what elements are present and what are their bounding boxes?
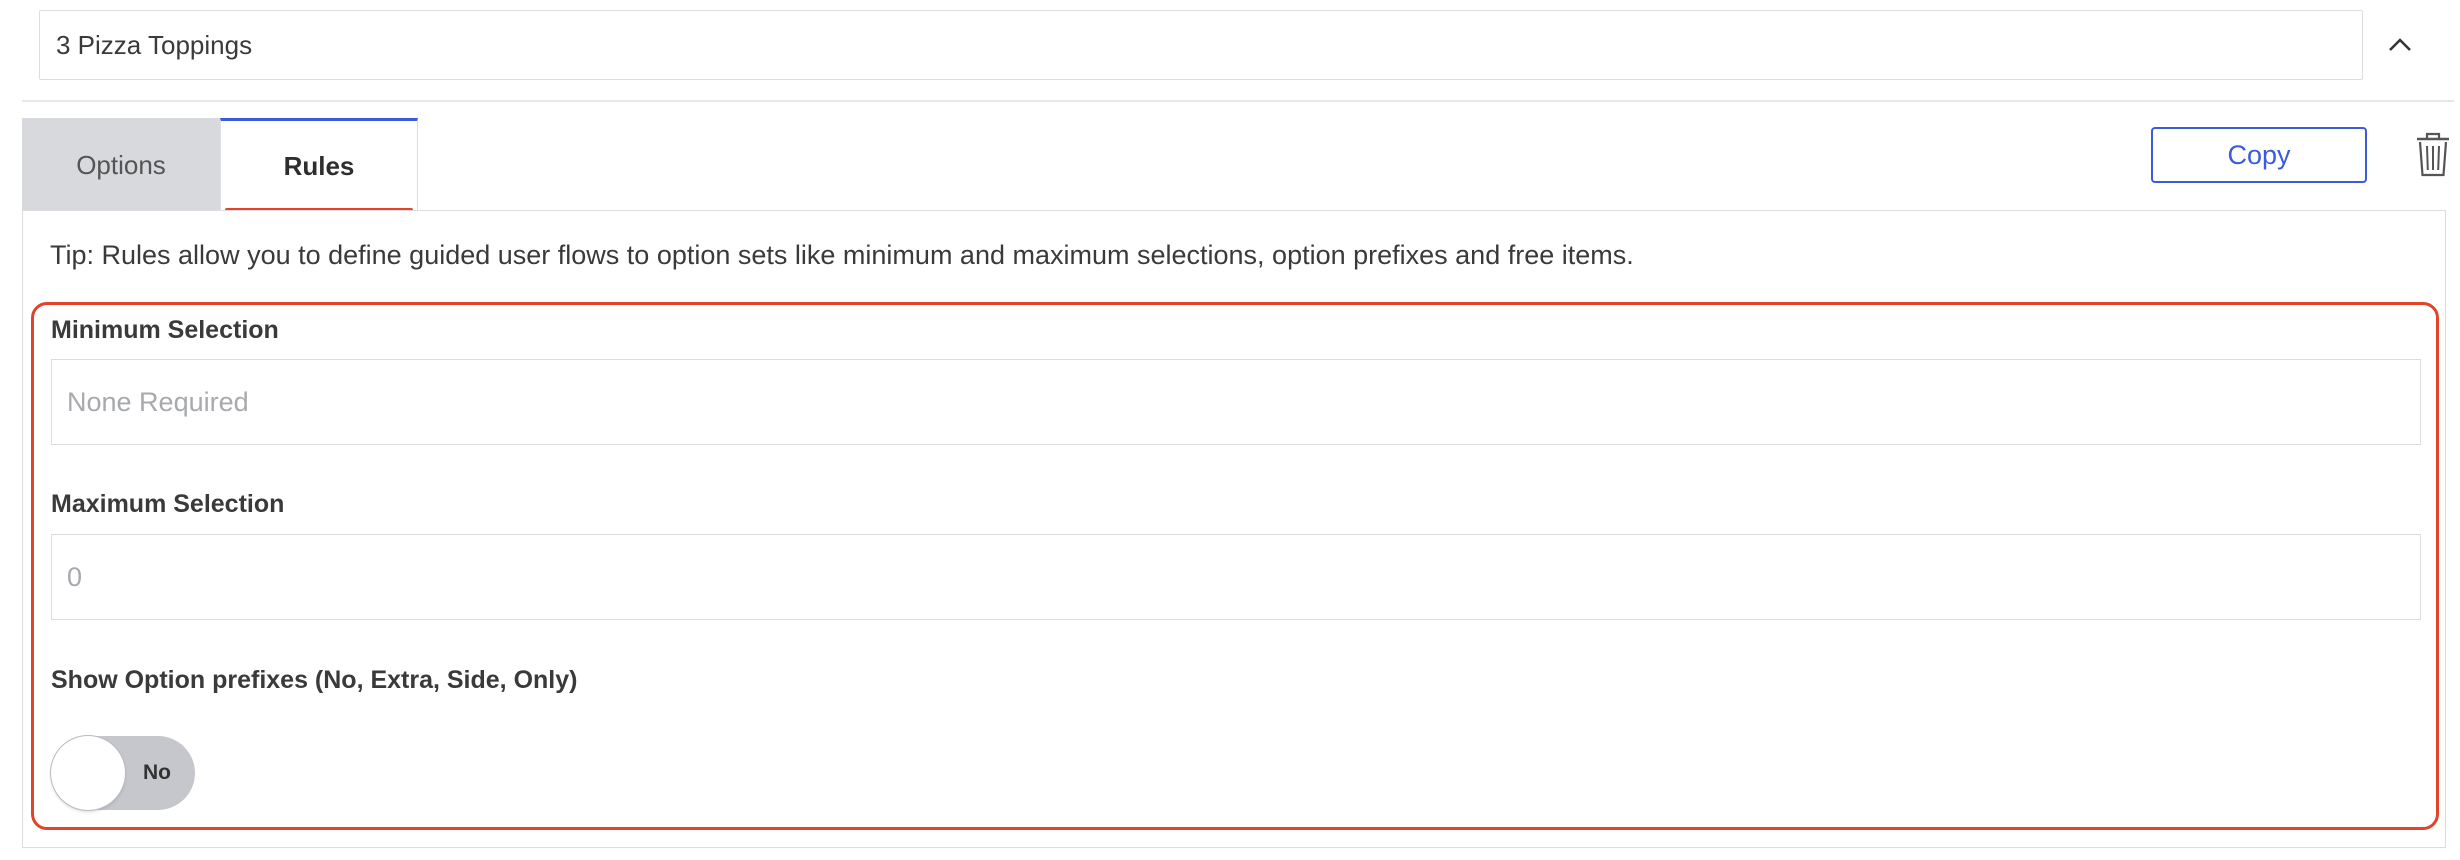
min-selection-input[interactable] [52,360,2420,444]
max-selection-field[interactable] [51,534,2421,620]
rules-tip-text: Tip: Rules allow you to define guided us… [50,240,1634,270]
tab-rules[interactable]: Rules [220,118,418,212]
option-set-name-field[interactable] [39,10,2363,80]
option-prefixes-label: Show Option prefixes (No, Extra, Side, O… [51,666,578,694]
toggle-knob [51,736,125,810]
collapse-button[interactable] [2370,10,2430,80]
option-set-name-input[interactable] [40,11,2362,79]
delete-button[interactable] [2414,132,2452,178]
max-selection-input[interactable] [52,535,2420,619]
option-prefixes-toggle[interactable]: No [51,736,195,810]
section-divider [22,100,2454,102]
copy-button[interactable]: Copy [2151,127,2367,183]
toggle-state-text: No [143,761,171,784]
min-selection-label: Minimum Selection [51,316,279,344]
chevron-up-icon [2389,38,2411,51]
trash-icon [2417,132,2449,177]
tab-options[interactable]: Options [22,118,220,212]
max-selection-label: Maximum Selection [51,490,285,518]
min-selection-field[interactable] [51,359,2421,445]
